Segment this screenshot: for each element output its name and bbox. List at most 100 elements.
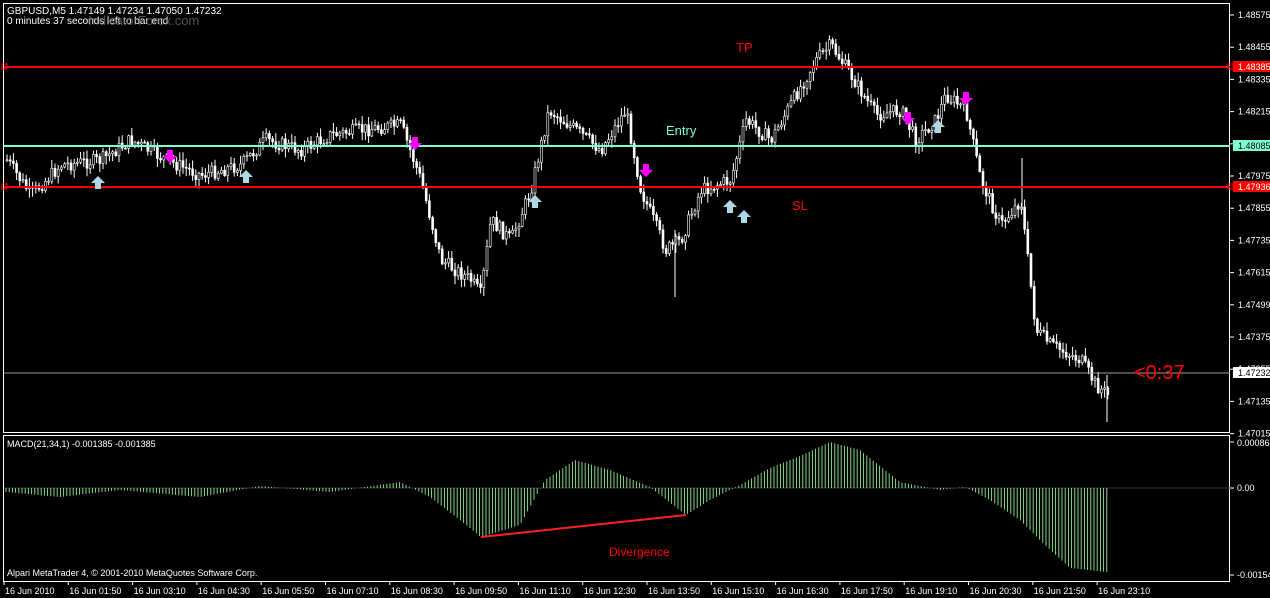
candle-body	[744, 118, 748, 127]
candle-body	[392, 119, 396, 127]
price-tick-label: 1.47855	[1238, 203, 1270, 213]
time-tick-label: 16 Jun 20:30	[970, 586, 1022, 596]
candle-body	[1052, 338, 1055, 343]
candle-body	[818, 50, 822, 58]
candle-body	[488, 224, 492, 247]
time-tick-label: 16 Jun 16:30	[777, 586, 829, 596]
candle-body	[60, 166, 63, 170]
candle-body	[588, 133, 591, 136]
candle-body	[274, 141, 278, 149]
candle-body	[594, 143, 598, 151]
candle-body	[79, 158, 82, 163]
candle-body	[517, 225, 521, 230]
candle-body	[40, 189, 44, 191]
candle-body	[421, 172, 425, 188]
candle-body	[15, 163, 18, 174]
candle-body	[264, 133, 268, 139]
candle-body	[527, 198, 530, 201]
candle-body	[514, 228, 518, 231]
candle-body	[600, 148, 604, 155]
divergence-label: Divergence	[609, 545, 670, 559]
candle-body	[239, 163, 242, 171]
candle-body	[309, 141, 313, 149]
candle-body	[399, 119, 402, 122]
candle-body	[892, 105, 895, 112]
candle-body	[1023, 206, 1026, 230]
candle-body	[930, 130, 934, 133]
candle-body	[504, 231, 508, 240]
candle-body	[485, 246, 489, 271]
tp-price-tag-text: 1.48385	[1238, 62, 1270, 72]
price-tick-label: 1.47735	[1238, 235, 1270, 245]
candle-body	[1087, 360, 1090, 368]
sl-label: SL	[792, 198, 808, 213]
entry-price-tag-text: 1.48085	[1238, 141, 1270, 151]
candle-body	[405, 126, 409, 141]
candle-body	[226, 166, 230, 176]
candle-body	[1000, 215, 1004, 221]
candle-body	[738, 141, 742, 159]
candle-body	[444, 262, 447, 265]
candle-body	[56, 168, 60, 177]
candle-body	[85, 158, 89, 169]
candle-body	[853, 79, 857, 88]
candle-body	[229, 163, 233, 168]
chart-window[interactable]: 1.485751.484551.483351.482151.480951.479…	[0, 0, 1270, 598]
candle-body	[367, 124, 370, 137]
candle-body	[98, 156, 102, 164]
candle-body	[472, 278, 476, 282]
candle-body	[524, 198, 527, 215]
time-tick-label: 16 Jun 19:10	[905, 586, 957, 596]
candle-body	[994, 212, 998, 219]
candle-body	[1045, 330, 1049, 342]
candle-body	[988, 193, 991, 197]
candle-body	[735, 158, 738, 171]
candle-body	[424, 187, 428, 202]
candle-body	[325, 142, 329, 144]
candle-body	[1010, 215, 1014, 219]
candle-body	[101, 151, 105, 164]
watermark: IndicatorForex.com	[88, 13, 199, 28]
candle-body	[300, 150, 303, 157]
candle-body	[1061, 349, 1065, 353]
candle-body	[133, 141, 137, 146]
candle-body	[303, 145, 306, 157]
candle-body	[1048, 338, 1052, 342]
candle-body	[223, 169, 226, 176]
candle-body	[581, 128, 585, 134]
candle-body	[255, 154, 258, 157]
candle-body	[898, 114, 902, 118]
time-axis: 16 Jun 2010 16 Jun 01:50 16 Jun 03:10 16 Ju…	[3, 581, 1150, 596]
candle-body	[712, 188, 716, 191]
candle-body	[136, 141, 140, 145]
candle-body	[741, 126, 745, 143]
candle-body	[792, 91, 796, 101]
candle-body	[536, 161, 540, 168]
candle-body	[610, 136, 614, 141]
candle-body	[1039, 329, 1042, 333]
time-tick-label: 16 Jun 15:10	[712, 586, 764, 596]
candle-body	[351, 124, 354, 135]
candle-body	[357, 123, 361, 126]
candle-body	[114, 151, 118, 156]
time-tick-label: 16 Jun 09:50	[455, 586, 507, 596]
candle-body	[252, 153, 255, 157]
candle-body	[920, 130, 924, 144]
candle-body	[652, 206, 655, 215]
candle-body	[72, 162, 76, 171]
candle-body	[543, 135, 546, 141]
candle-body	[1058, 343, 1062, 350]
candle-body	[216, 172, 220, 179]
candle-body	[1084, 355, 1087, 362]
candle-body	[1013, 205, 1017, 216]
candle-body	[124, 147, 127, 150]
candle-body	[92, 153, 95, 166]
candle-body	[748, 118, 751, 125]
candle-body	[482, 270, 486, 288]
candle-body	[460, 267, 463, 280]
candlestick-series	[5, 35, 1110, 422]
candle-body	[1068, 355, 1071, 358]
candle-body	[767, 128, 770, 138]
candle-body	[12, 160, 15, 164]
candle-body	[940, 104, 943, 119]
